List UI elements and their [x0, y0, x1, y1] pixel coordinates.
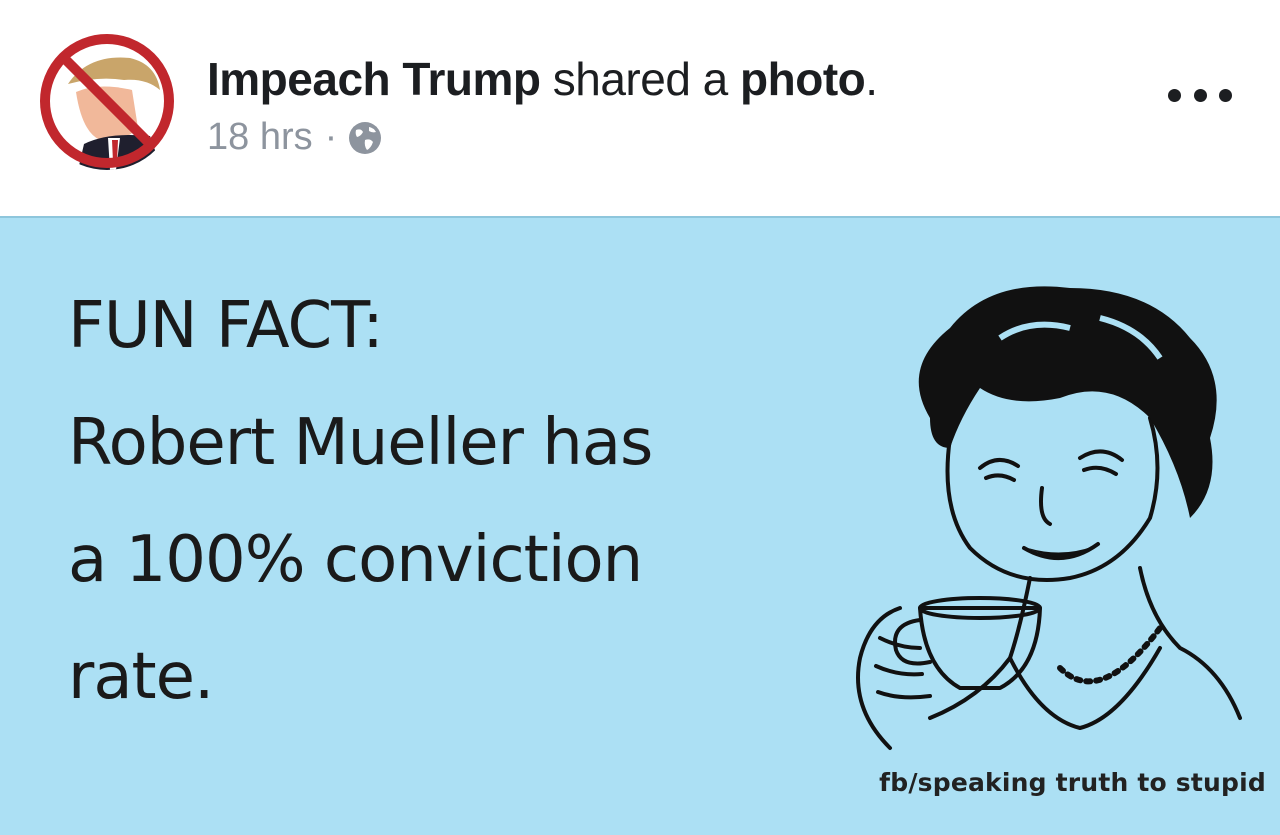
headline-period: .: [865, 53, 878, 105]
meta-separator: ·: [324, 116, 338, 158]
meme-caption: FUN FACT: Robert Mueller has a 100% conv…: [68, 268, 653, 736]
retro-woman-with-teacup-illustration: [856, 286, 1242, 750]
post-header: Impeach Trump shared a photo. 18 hrs ·: [0, 0, 1280, 215]
action-text: shared a: [552, 53, 729, 105]
shared-photo[interactable]: FUN FACT: Robert Mueller has a 100% conv…: [0, 216, 1280, 835]
meme-watermark: fb/speaking truth to stupid: [879, 768, 1266, 797]
no-trump-avatar-icon: [38, 32, 176, 170]
more-dot: [1193, 88, 1207, 102]
globe-icon: [349, 121, 382, 154]
more-options-button[interactable]: [1168, 82, 1232, 108]
photo-link[interactable]: photo: [740, 53, 866, 105]
caption-line-4: rate.: [68, 640, 214, 714]
post-meta: 18 hrs ·: [207, 116, 383, 159]
caption-line-1: FUN FACT:: [68, 289, 384, 363]
post-headline: Impeach Trump shared a photo.: [207, 52, 878, 106]
caption-line-3: a 100% conviction: [68, 523, 643, 597]
timestamp[interactable]: 18 hrs: [207, 116, 313, 159]
page-avatar[interactable]: [38, 32, 176, 170]
caption-line-2: Robert Mueller has: [68, 406, 653, 480]
author-link[interactable]: Impeach Trump: [207, 53, 541, 105]
more-dot: [1219, 88, 1232, 102]
more-dot: [1168, 88, 1181, 102]
